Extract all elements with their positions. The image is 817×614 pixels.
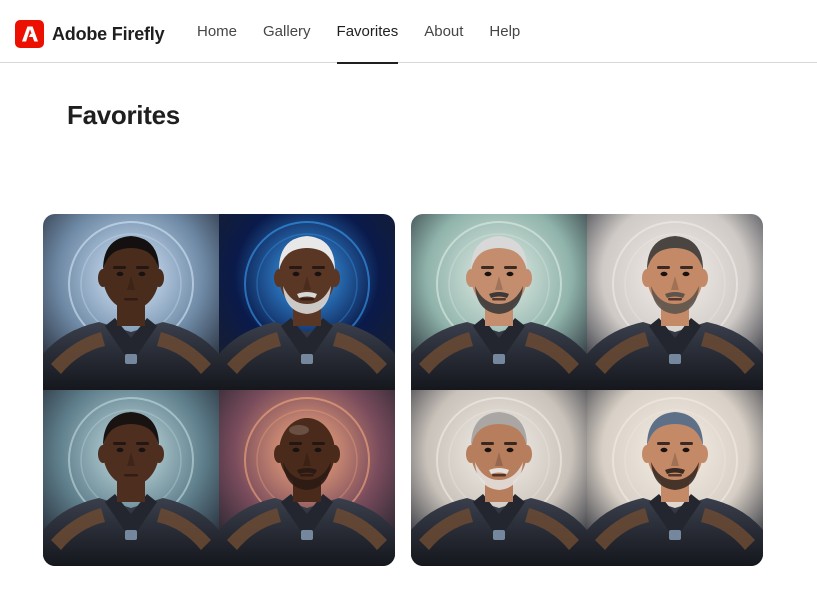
favorite-card[interactable] (411, 214, 763, 566)
nav-item-about[interactable]: About (411, 0, 476, 63)
favorite-image-portrait-headset-mustache[interactable] (587, 390, 763, 566)
nav-item-favorites[interactable]: Favorites (324, 0, 412, 64)
top-navigation-bar: Adobe Firefly Home Gallery Favorites Abo… (0, 0, 817, 64)
adobe-logo-icon (15, 20, 44, 48)
favorite-card[interactable] (43, 214, 395, 566)
nav-item-help[interactable]: Help (476, 0, 533, 63)
favorite-image-portrait-gray-hair-white-beard[interactable] (411, 390, 587, 566)
favorite-image-portrait-white-hair-beard[interactable] (219, 214, 395, 390)
main-nav: Home Gallery Favorites About Help (184, 0, 533, 64)
favorite-image-portrait-dark-hair-older[interactable] (43, 390, 219, 566)
nav-item-home[interactable]: Home (184, 0, 250, 63)
nav-item-gallery[interactable]: Gallery (250, 0, 324, 63)
app-name: Adobe Firefly (52, 23, 165, 44)
favorite-image-portrait-dark-hair-young[interactable] (43, 214, 219, 390)
favorite-image-portrait-bald-beard[interactable] (219, 390, 395, 566)
page-title: Favorites (67, 100, 180, 130)
favorite-image-portrait-gray-hair-stubble[interactable] (587, 214, 763, 390)
brand[interactable]: Adobe Firefly (15, 20, 165, 48)
favorite-image-portrait-silver-hair-goatee[interactable] (411, 214, 587, 390)
